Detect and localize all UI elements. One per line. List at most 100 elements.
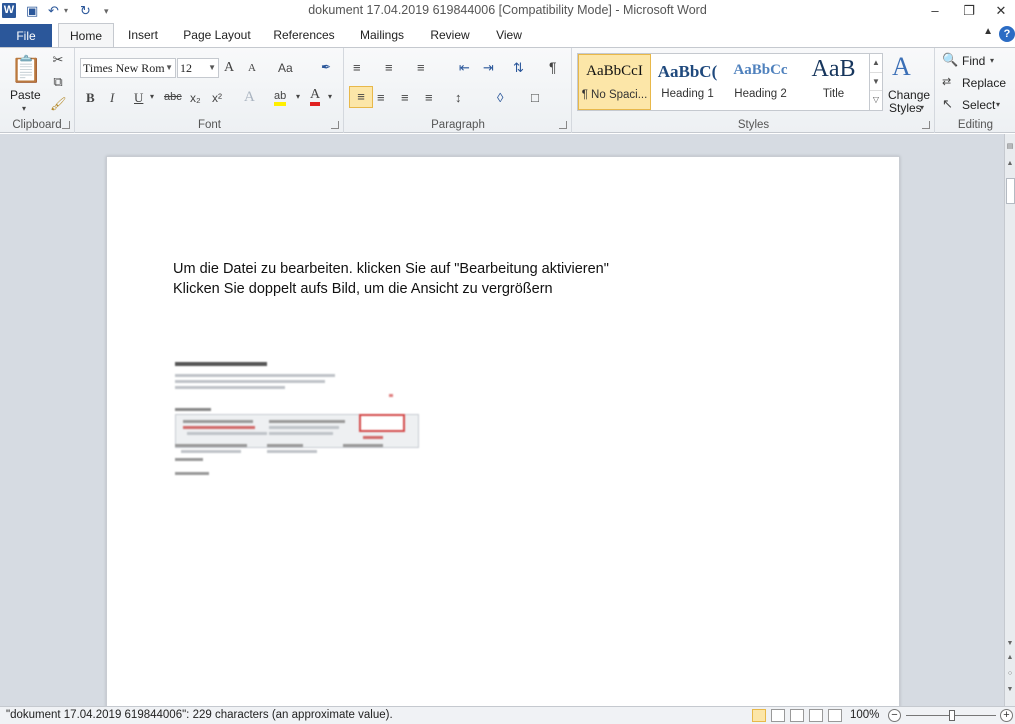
- strikethrough-button[interactable]: abc: [164, 91, 182, 103]
- clipboard-launcher-icon[interactable]: [62, 121, 70, 129]
- tab-home[interactable]: Home: [58, 23, 114, 48]
- bullets-icon[interactable]: ≡: [353, 60, 361, 75]
- underline-dropdown-icon[interactable]: ▾: [150, 92, 154, 101]
- paste-button[interactable]: Paste: [10, 88, 41, 102]
- style-heading-1[interactable]: AaBbC( Heading 1: [651, 54, 724, 110]
- font-size-dropdown-icon[interactable]: ▼: [208, 59, 216, 77]
- select-dropdown-icon[interactable]: ▾: [996, 100, 1000, 109]
- ruler-toggle-icon[interactable]: ▤: [1005, 142, 1015, 150]
- text-effects-button[interactable]: A: [244, 89, 255, 106]
- font-color-button[interactable]: A: [310, 88, 321, 106]
- change-styles-icon[interactable]: A: [892, 52, 911, 82]
- minimize-ribbon-icon[interactable]: ▲: [983, 26, 993, 37]
- tab-page-layout[interactable]: Page Layout: [178, 23, 256, 47]
- embedded-image[interactable]: [173, 354, 421, 478]
- zoom-slider-thumb[interactable]: [949, 710, 955, 721]
- cut-icon[interactable]: ✂: [50, 52, 66, 68]
- document-line-2[interactable]: Klicken Sie doppelt aufs Bild, um die An…: [173, 281, 553, 297]
- font-size-combo[interactable]: 12 ▼: [177, 58, 219, 78]
- draft-view-icon[interactable]: [828, 709, 842, 722]
- clear-formatting-icon[interactable]: ✒: [321, 60, 331, 74]
- change-styles-label-2[interactable]: Styles: [889, 101, 922, 115]
- replace-button[interactable]: Replace: [962, 76, 1006, 90]
- format-painter-icon[interactable]: 🖌: [50, 96, 67, 112]
- increase-indent-icon[interactable]: ⇥: [483, 60, 494, 76]
- find-dropdown-icon[interactable]: ▾: [990, 56, 994, 65]
- find-icon[interactable]: 🔍: [942, 52, 958, 68]
- font-name-dropdown-icon[interactable]: ▼: [165, 59, 173, 77]
- shading-icon[interactable]: ◊: [497, 90, 503, 105]
- tab-review[interactable]: Review: [424, 23, 476, 47]
- minimize-button[interactable]: –: [920, 1, 950, 21]
- window-title: dokument 17.04.2019 619844006 [Compatibi…: [308, 3, 707, 17]
- tab-view[interactable]: View: [488, 23, 530, 47]
- paste-dropdown-icon[interactable]: ▾: [22, 104, 26, 113]
- style-heading-2[interactable]: AaBbCc Heading 2: [724, 54, 797, 110]
- outline-view-icon[interactable]: [809, 709, 823, 722]
- subscript-button[interactable]: x₂: [190, 91, 201, 105]
- replace-icon[interactable]: ⇄: [942, 75, 951, 88]
- decrease-indent-icon[interactable]: ⇤: [459, 60, 470, 76]
- gallery-down-icon[interactable]: ▼: [870, 72, 882, 90]
- web-layout-view-icon[interactable]: [790, 709, 804, 722]
- gallery-more-icon[interactable]: ▽: [870, 90, 882, 108]
- select-browse-object-icon[interactable]: ○: [1005, 670, 1015, 677]
- document-page[interactable]: Um die Datei zu bearbeiten. klicken Sie …: [106, 156, 900, 706]
- tab-mailings[interactable]: Mailings: [352, 23, 412, 47]
- zoom-out-button[interactable]: −: [888, 709, 901, 722]
- word-count-status[interactable]: "dokument 17.04.2019 619844006": 229 cha…: [6, 709, 393, 721]
- print-layout-view-icon[interactable]: [752, 709, 766, 722]
- document-line-1[interactable]: Um die Datei zu bearbeiten. klicken Sie …: [173, 261, 609, 277]
- paste-icon[interactable]: 📋: [10, 54, 42, 86]
- bold-button[interactable]: B: [86, 90, 95, 106]
- close-button[interactable]: ✕: [986, 1, 1015, 21]
- tab-file[interactable]: File: [0, 24, 52, 47]
- next-page-icon[interactable]: ▼: [1005, 686, 1015, 693]
- select-icon[interactable]: ↖: [942, 96, 953, 112]
- style-title[interactable]: AaB Title: [797, 54, 870, 110]
- full-screen-reading-view-icon[interactable]: [771, 709, 785, 722]
- grow-font-icon[interactable]: A: [224, 60, 234, 76]
- font-launcher-icon[interactable]: [331, 121, 339, 129]
- tab-insert[interactable]: Insert: [120, 23, 166, 47]
- gallery-up-icon[interactable]: ▲: [870, 54, 882, 72]
- shrink-font-icon[interactable]: A: [248, 62, 256, 74]
- select-button[interactable]: Select: [962, 98, 995, 112]
- zoom-level[interactable]: 100%: [850, 709, 879, 721]
- copy-icon[interactable]: ⧉: [50, 74, 66, 90]
- superscript-button[interactable]: x²: [212, 91, 222, 105]
- multilevel-list-icon[interactable]: ≡: [417, 60, 425, 75]
- find-button[interactable]: Find: [962, 54, 985, 68]
- highlight-button[interactable]: ab: [274, 90, 287, 106]
- styles-launcher-icon[interactable]: [922, 121, 930, 129]
- line-spacing-icon[interactable]: ↕: [455, 90, 462, 105]
- tab-references[interactable]: References: [268, 23, 340, 47]
- change-styles-label-1[interactable]: Change: [888, 88, 930, 102]
- zoom-in-button[interactable]: +: [1000, 709, 1013, 722]
- previous-page-icon[interactable]: ▲: [1005, 654, 1015, 661]
- sort-icon[interactable]: ⇅: [513, 60, 524, 76]
- align-right-button[interactable]: ≡: [401, 90, 409, 105]
- underline-button[interactable]: U: [134, 90, 143, 106]
- vertical-scrollbar[interactable]: ▤ ▲ ▼ ▲ ○ ▼: [1004, 134, 1015, 706]
- italic-button[interactable]: I: [110, 90, 114, 106]
- restore-button[interactable]: ❐: [954, 1, 984, 21]
- borders-icon[interactable]: □: [531, 90, 539, 105]
- show-formatting-button[interactable]: ¶: [549, 59, 557, 75]
- paragraph-launcher-icon[interactable]: [559, 121, 567, 129]
- highlight-dropdown-icon[interactable]: ▾: [296, 92, 300, 101]
- style-no-spacing[interactable]: AaBbCcI ¶ No Spaci...: [578, 54, 651, 110]
- font-color-dropdown-icon[interactable]: ▾: [328, 92, 332, 101]
- scroll-down-icon[interactable]: ▼: [1005, 640, 1015, 647]
- scroll-up-icon[interactable]: ▲: [1005, 160, 1015, 167]
- help-icon[interactable]: ?: [999, 26, 1015, 42]
- gallery-scroll[interactable]: ▲ ▼ ▽: [869, 54, 882, 110]
- scrollbar-thumb[interactable]: [1006, 178, 1015, 204]
- change-case-icon[interactable]: Aa: [278, 61, 293, 75]
- numbering-icon[interactable]: ≡: [385, 60, 393, 75]
- change-styles-dropdown-icon[interactable]: ▾: [920, 103, 924, 112]
- align-center-button[interactable]: ≡: [377, 90, 385, 105]
- font-name-combo[interactable]: Times New Rom ▼: [80, 58, 176, 78]
- align-left-button[interactable]: ≡: [349, 86, 373, 108]
- justify-button[interactable]: ≡: [425, 90, 433, 105]
